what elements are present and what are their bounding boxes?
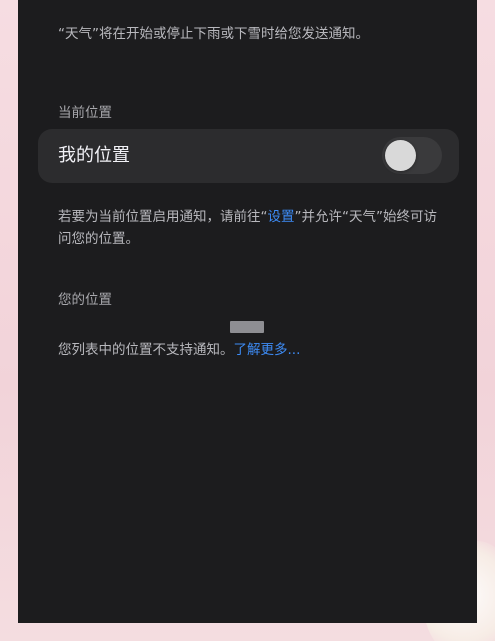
learn-more-link[interactable]: 了解更多...: [234, 342, 301, 358]
your-locations-header: 您的位置: [58, 292, 112, 308]
notification-description: “天气”将在开始或停止下雨或下雪时给您发送通知。: [58, 26, 369, 42]
redacted-location-placeholder: [230, 321, 264, 333]
my-location-toggle[interactable]: [382, 137, 442, 174]
permission-note: 若要为当前位置启用通知，请前往“设置”并允许“天气”始终可访问您的位置。: [58, 206, 448, 250]
weather-notifications-screen: “天气”将在开始或停止下雨或下雪时给您发送通知。 当前位置 我的位置 若要为当前…: [18, 0, 477, 623]
my-location-row[interactable]: 我的位置: [38, 129, 459, 183]
current-location-header: 当前位置: [58, 105, 112, 121]
toggle-knob: [385, 140, 416, 171]
unsupported-text: 您列表中的位置不支持通知。: [58, 342, 234, 358]
permission-note-before: 若要为当前位置启用通知，请前往“: [58, 209, 268, 225]
unsupported-locations-note: 您列表中的位置不支持通知。了解更多...: [58, 341, 458, 359]
my-location-label: 我的位置: [58, 145, 130, 166]
settings-link[interactable]: 设置: [268, 209, 295, 225]
